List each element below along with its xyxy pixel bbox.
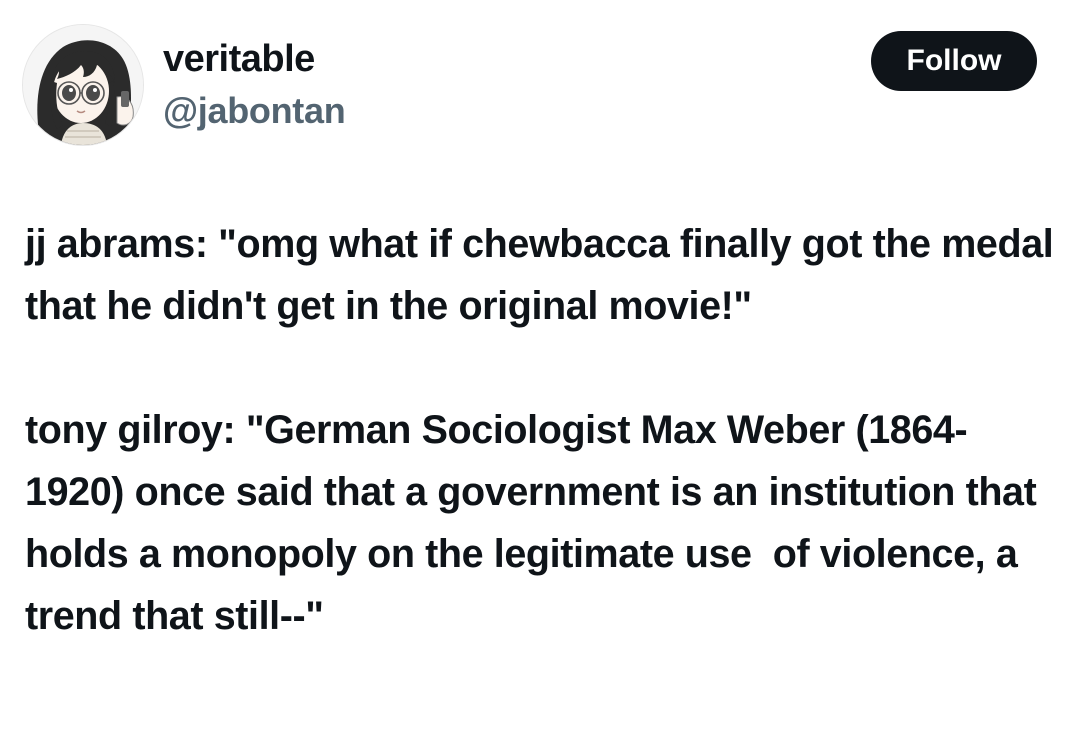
user-handle[interactable]: @jabontan: [163, 90, 346, 132]
anime-girl-avatar-icon: [23, 25, 143, 145]
avatar[interactable]: [22, 24, 144, 146]
tweet-text: jj abrams: "omg what if chewbacca finall…: [25, 213, 1065, 647]
tweet-paragraph: tony gilroy: "German Sociologist Max Web…: [25, 408, 1047, 638]
tweet-paragraph: jj abrams: "omg what if chewbacca finall…: [25, 222, 1064, 328]
follow-button[interactable]: Follow: [871, 31, 1037, 91]
display-name[interactable]: veritable: [163, 38, 315, 81]
